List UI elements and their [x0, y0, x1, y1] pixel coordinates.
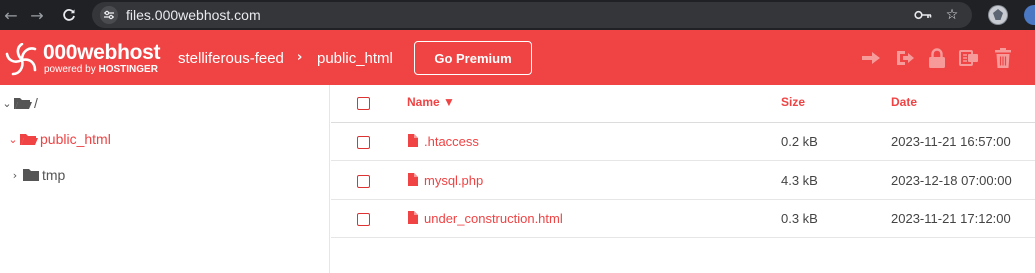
extension-icon[interactable] [1024, 5, 1035, 25]
tree-item-tmp[interactable]: › tmp [8, 164, 66, 186]
table-row[interactable]: under_construction.html 0.3 kB 2023-11-2… [331, 200, 1035, 238]
tree-item-label: / [34, 95, 38, 111]
brand-name: 000webhost [43, 41, 161, 64]
file-date: 2023-11-21 17:12:00 [891, 211, 1011, 226]
folder-icon [23, 169, 39, 181]
tree-item-label: public_html [40, 131, 111, 147]
logo[interactable]: 000webhost powered by HOSTINGER [4, 41, 161, 77]
file-name[interactable]: under_construction.html [424, 211, 563, 226]
address-bar[interactable]: files.000webhost.com ☆ [92, 2, 972, 28]
file-icon [408, 173, 418, 186]
brand-subtitle: powered by HOSTINGER [44, 64, 158, 75]
folder-tree: ⌄ / ⌄ public_html › tmp [0, 85, 330, 273]
key-icon[interactable] [914, 6, 932, 24]
column-size[interactable]: Size [781, 95, 805, 109]
logo-mark-icon [5, 43, 37, 76]
file-size: 0.2 kB [781, 134, 818, 149]
row-checkbox[interactable] [357, 136, 370, 149]
chevron-down-icon[interactable]: ⌄ [0, 97, 14, 110]
breadcrumb-root[interactable]: stelliferous-feed [178, 50, 284, 67]
lock-icon[interactable] [926, 47, 948, 69]
row-checkbox[interactable] [357, 175, 370, 188]
trash-icon[interactable] [992, 47, 1014, 69]
move-icon[interactable] [860, 47, 882, 69]
select-all-checkbox[interactable] [357, 97, 370, 110]
profile-avatar-icon[interactable] [988, 5, 1008, 25]
url-text[interactable]: files.000webhost.com [126, 7, 261, 23]
file-date: 2023-12-18 07:00:00 [891, 173, 1012, 188]
file-size: 4.3 kB [781, 173, 818, 188]
file-date: 2023-11-21 16:57:00 [891, 134, 1011, 149]
breadcrumb-current[interactable]: public_html [317, 50, 393, 67]
file-table: Name ▼ Size Date .htaccess 0.2 kB 2023-1… [331, 85, 1035, 273]
file-name[interactable]: .htaccess [424, 134, 479, 149]
app-header: 000webhost powered by HOSTINGER stellife… [0, 30, 1035, 85]
chevron-right-icon: › [297, 50, 303, 65]
column-date[interactable]: Date [891, 95, 917, 109]
tree-item-label: tmp [42, 167, 66, 183]
table-row[interactable]: .htaccess 0.2 kB 2023-11-21 16:57:00 [331, 123, 1035, 161]
chevron-right-icon[interactable]: › [8, 169, 22, 182]
reload-icon[interactable] [58, 4, 80, 26]
tree-item-root[interactable]: ⌄ / [0, 92, 38, 114]
column-name[interactable]: Name ▼ [407, 95, 455, 109]
chevron-down-icon[interactable]: ⌄ [6, 133, 20, 146]
site-info-icon[interactable] [100, 6, 118, 24]
forward-icon[interactable]: → [26, 4, 48, 26]
file-icon [408, 134, 418, 147]
back-icon[interactable]: ← [0, 4, 22, 26]
rename-icon[interactable] [958, 47, 980, 69]
row-checkbox[interactable] [357, 213, 370, 226]
table-header: Name ▼ Size Date [331, 85, 1035, 123]
file-name[interactable]: mysql.php [424, 173, 483, 188]
folder-open-icon [14, 98, 32, 109]
go-premium-button[interactable]: Go Premium [414, 41, 532, 75]
tree-item-public-html[interactable]: ⌄ public_html [6, 128, 111, 150]
file-size: 0.3 kB [781, 211, 818, 226]
folder-open-icon [20, 134, 38, 145]
file-icon [408, 211, 418, 224]
table-row[interactable]: mysql.php 4.3 kB 2023-12-18 07:00:00 [331, 162, 1035, 200]
export-icon[interactable] [894, 47, 916, 69]
browser-toolbar: ← → files.000webhost.com ☆ [0, 0, 1035, 30]
star-icon[interactable]: ☆ [943, 6, 961, 24]
